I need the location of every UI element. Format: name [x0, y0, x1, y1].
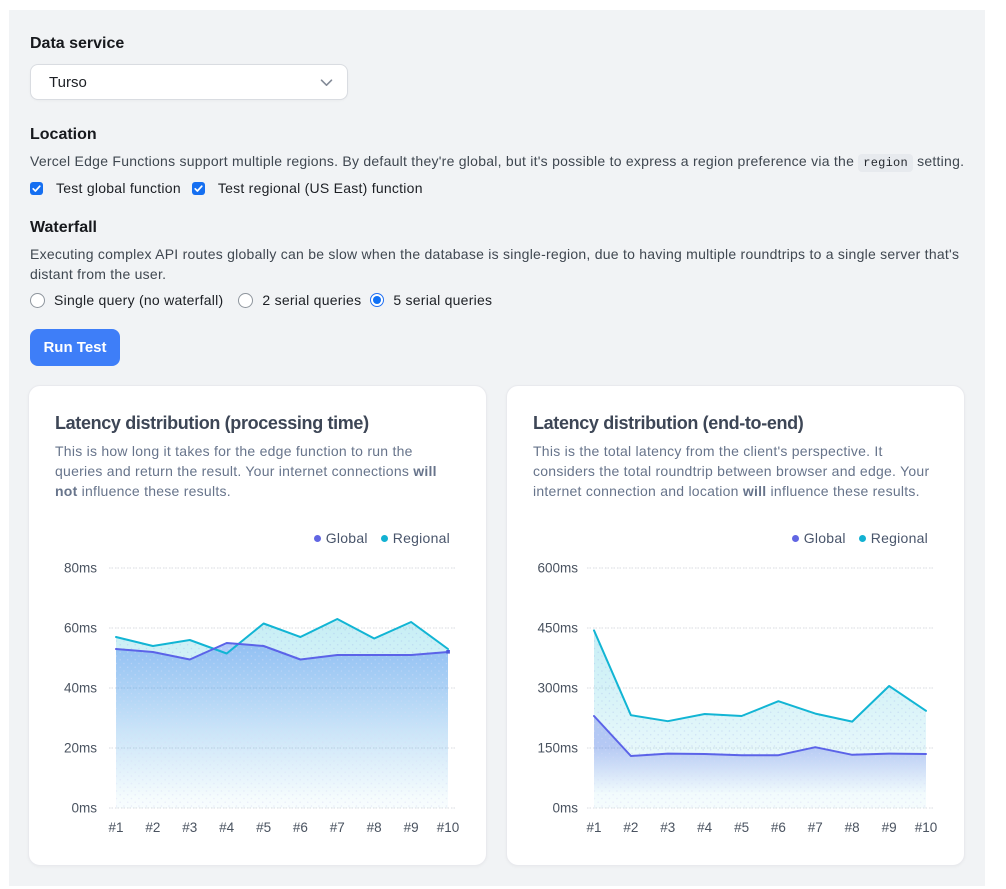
svg-text:150ms: 150ms [537, 741, 578, 756]
svg-text:600ms: 600ms [537, 561, 578, 576]
svg-text:#7: #7 [808, 820, 823, 835]
svg-text:40ms: 40ms [64, 681, 97, 696]
svg-text:#3: #3 [660, 820, 675, 835]
svg-text:#9: #9 [404, 820, 419, 835]
svg-text:80ms: 80ms [64, 561, 97, 576]
svg-text:#6: #6 [771, 820, 786, 835]
svg-text:#8: #8 [367, 820, 382, 835]
svg-text:#2: #2 [145, 820, 160, 835]
svg-text:#2: #2 [623, 820, 638, 835]
svg-text:0ms: 0ms [552, 801, 578, 816]
svg-text:450ms: 450ms [537, 621, 578, 636]
svg-text:#7: #7 [330, 820, 345, 835]
svg-text:#4: #4 [697, 820, 713, 835]
svg-text:#5: #5 [256, 820, 271, 835]
svg-text:#5: #5 [734, 820, 749, 835]
svg-text:#3: #3 [182, 820, 197, 835]
svg-text:#4: #4 [219, 820, 235, 835]
svg-text:#10: #10 [437, 820, 460, 835]
svg-text:60ms: 60ms [64, 621, 97, 636]
svg-text:#1: #1 [586, 820, 601, 835]
svg-text:#6: #6 [293, 820, 308, 835]
svg-text:#9: #9 [882, 820, 897, 835]
svg-text:#10: #10 [915, 820, 938, 835]
svg-text:#1: #1 [108, 820, 123, 835]
svg-text:300ms: 300ms [537, 681, 578, 696]
svg-text:20ms: 20ms [64, 741, 97, 756]
svg-text:0ms: 0ms [71, 801, 97, 816]
svg-text:#8: #8 [845, 820, 860, 835]
